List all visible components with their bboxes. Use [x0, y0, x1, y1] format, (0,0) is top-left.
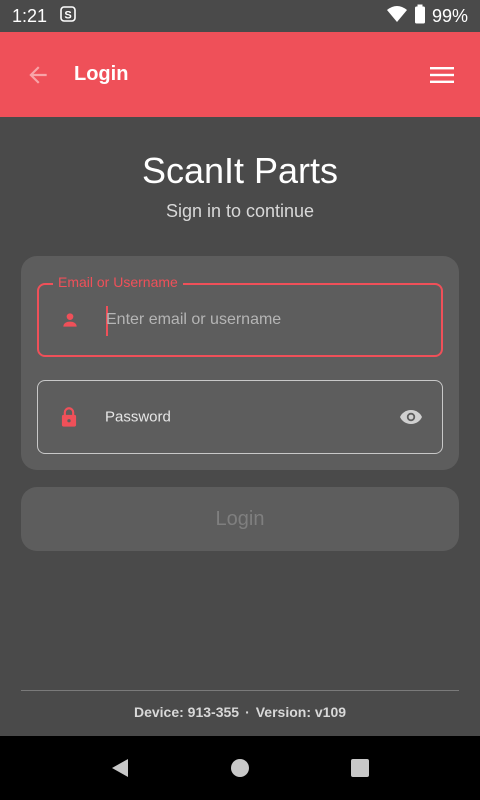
device-info: Device: 913-355 · Version: v109 — [0, 704, 480, 720]
sign-in-subtitle: Sign in to continue — [165, 201, 315, 221]
page-title: Login — [74, 63, 129, 85]
login-form-card: Email or Username Enter email or usernam… — [21, 256, 459, 470]
eye-icon[interactable] — [398, 404, 424, 430]
email-input-placeholder[interactable]: Enter email or username — [106, 311, 281, 329]
email-field-label: Email or Username — [53, 274, 183, 290]
password-field[interactable]: Password — [37, 380, 443, 454]
nav-back-icon[interactable] — [60, 736, 180, 800]
nav-home-icon[interactable] — [180, 736, 300, 800]
status-time: 1:21 — [12, 5, 48, 26]
app-bar: Login — [0, 32, 480, 117]
wifi-icon — [386, 5, 408, 28]
app-name: ScanIt Parts — [141, 150, 339, 191]
footer-separator: · — [245, 704, 250, 720]
lock-icon — [58, 406, 80, 428]
battery-icon — [414, 4, 426, 29]
footer-divider — [21, 690, 459, 691]
app-version: Version: v109 — [255, 704, 347, 720]
status-bar: 1:21 S 99% — [0, 0, 480, 32]
nav-recents-icon[interactable] — [300, 736, 420, 800]
arrow-back-icon[interactable] — [20, 57, 56, 93]
person-icon — [59, 309, 81, 331]
password-field-label: Password — [105, 408, 171, 426]
svg-text:S: S — [64, 9, 71, 21]
device-id: Device: 913-355 — [133, 704, 240, 720]
email-field[interactable]: Email or Username Enter email or usernam… — [37, 274, 443, 357]
login-button[interactable]: Login — [21, 487, 459, 551]
s-icon: S — [59, 5, 77, 28]
hamburger-menu-icon[interactable] — [424, 57, 460, 93]
battery-percent: 99% — [431, 5, 468, 26]
system-nav-bar — [0, 736, 480, 800]
